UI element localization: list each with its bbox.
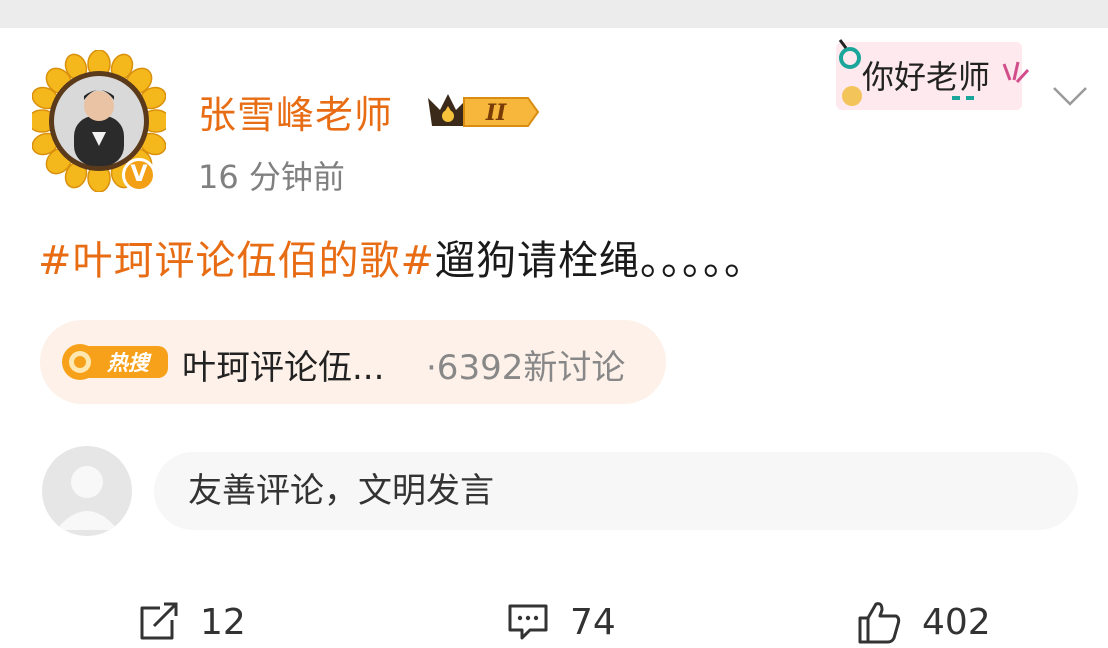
comment-input[interactable] [154,452,1078,530]
verified-badge: V [122,158,156,192]
hashtag-link[interactable]: #叶珂评论伍佰的歌# [38,238,435,284]
hot-search-title: 叶珂评论伍... [182,348,385,388]
status-bar [0,0,1108,28]
hot-search-badge: 热搜 [62,344,168,380]
like-icon [858,602,901,644]
svg-text:II: II [485,100,507,126]
post-content: #叶珂评论伍佰的歌#遛狗请栓绳。。。。。 [38,228,765,286]
more-chevron-icon[interactable] [1052,84,1088,108]
sticker-text: 你好老师 [862,58,991,96]
username[interactable]: 张雪峰老师 [198,84,393,139]
post-body: 遛狗请栓绳。。。。。 [435,238,766,284]
like-button[interactable]: 402 [856,598,991,646]
repost-icon [140,602,178,640]
comment-count: 74 [570,601,616,643]
comment-icon [508,604,548,640]
commenter-avatar [42,446,132,536]
hot-search-card[interactable]: 热搜 叶珂评论伍... ·6392新讨论 [40,320,666,404]
default-avatar-icon [56,466,118,530]
post-time: 16 分钟前 [198,158,345,196]
comment-button[interactable]: 74 [506,598,616,646]
crown-icon[interactable]: II [424,88,540,132]
like-count: 402 [922,601,991,643]
user-avatar[interactable]: V [32,50,166,192]
repost-count: 12 [200,601,246,643]
svg-text:热搜: 热搜 [106,351,152,375]
repost-button[interactable]: 12 [136,598,246,646]
hot-search-count: ·6392新讨论 [426,348,626,388]
